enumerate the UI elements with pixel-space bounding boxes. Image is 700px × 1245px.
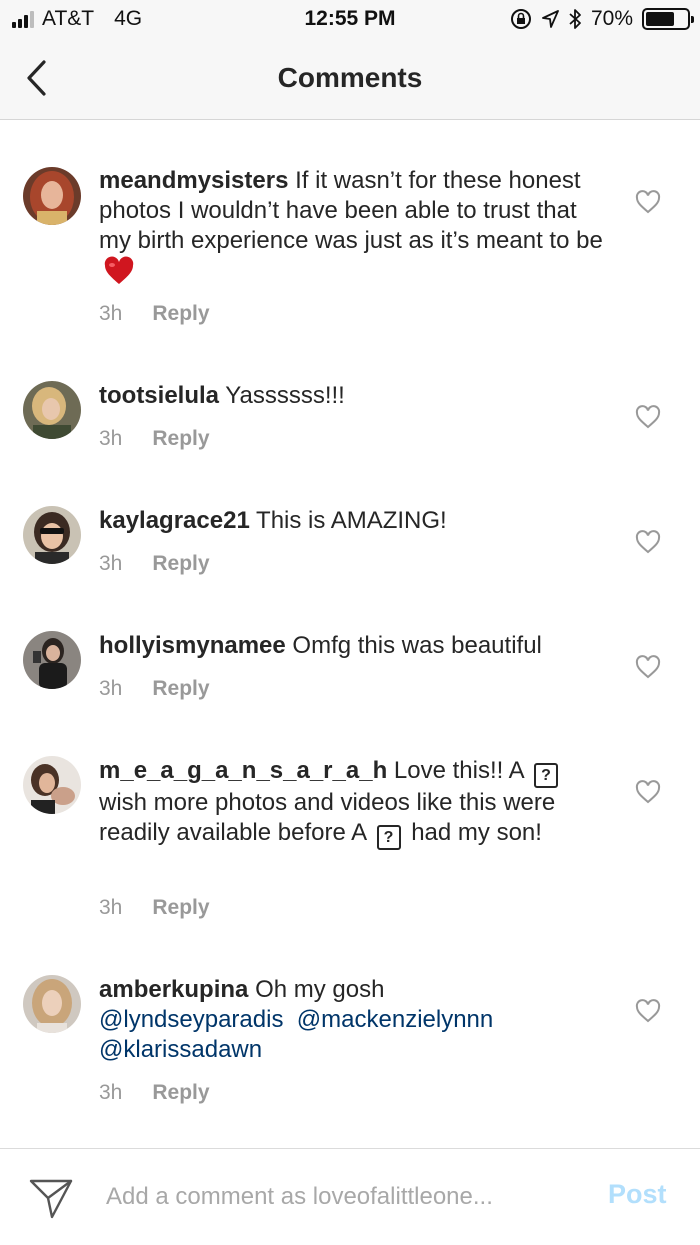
reply-button[interactable]: Reply xyxy=(152,677,209,701)
comment-meta: 3h Reply xyxy=(99,1081,210,1105)
avatar-image xyxy=(23,631,81,689)
comment-meta: 3h Reply xyxy=(99,677,210,701)
reply-button[interactable]: Reply xyxy=(152,302,209,326)
avatar-image xyxy=(23,975,81,1033)
status-bar: AT&T 4G 12:55 PM 70% xyxy=(0,0,700,40)
reply-button[interactable]: Reply xyxy=(152,552,209,576)
comment-body: hollyismynamee Omfg this was beautiful xyxy=(99,631,609,661)
comment-message: Omfg this was beautiful xyxy=(292,632,542,659)
nav-bar: Comments xyxy=(0,40,700,120)
unsupported-emoji-icon: ? xyxy=(534,763,558,788)
like-heart-icon[interactable] xyxy=(634,528,662,556)
mention-link[interactable]: @mackenzielynnn xyxy=(297,1006,493,1033)
reply-button[interactable]: Reply xyxy=(152,896,209,920)
comment-username[interactable]: m_e_a_g_a_n_s_a_r_a_h xyxy=(99,757,387,784)
avatar[interactable] xyxy=(23,975,81,1033)
mention-link[interactable]: @lyndseyparadis xyxy=(99,1006,283,1033)
battery-fill xyxy=(646,12,674,26)
comment-username[interactable]: amberkupina xyxy=(99,976,248,1003)
like-heart-icon[interactable] xyxy=(634,188,662,216)
comment-username[interactable]: tootsielula xyxy=(99,382,219,409)
reply-button[interactable]: Reply xyxy=(152,427,209,451)
status-right: 70% xyxy=(510,7,694,31)
comment-composer: Post xyxy=(0,1148,700,1245)
avatar[interactable] xyxy=(23,381,81,439)
avatar-image xyxy=(23,756,81,814)
comment-time: 3h xyxy=(99,427,123,450)
comment-time: 3h xyxy=(99,677,123,700)
avatar[interactable] xyxy=(23,756,81,814)
avatar[interactable] xyxy=(23,506,81,564)
page-title: Comments xyxy=(277,62,423,93)
orientation-lock-icon xyxy=(510,9,531,29)
comment-username[interactable]: kaylagrace21 xyxy=(99,507,250,534)
comment-time: 3h xyxy=(99,1081,123,1104)
bluetooth-icon xyxy=(569,9,581,29)
comment-message: Oh my gosh xyxy=(255,976,385,1003)
comment-meta: 3h Reply xyxy=(99,896,210,920)
comment-input[interactable] xyxy=(106,1177,586,1217)
send-direct-icon[interactable] xyxy=(28,1177,74,1221)
battery-icon xyxy=(642,8,694,30)
comment-body: tootsielula Yassssss!!! xyxy=(99,381,609,411)
comment-time: 3h xyxy=(99,896,123,919)
post-button[interactable]: Post xyxy=(608,1179,667,1210)
comment-message-part-1: Love this!! A xyxy=(393,757,524,784)
like-heart-icon[interactable] xyxy=(634,403,662,431)
avatar[interactable] xyxy=(23,631,81,689)
unsupported-emoji-icon: ? xyxy=(376,825,401,850)
comment-username[interactable]: meandmysisters xyxy=(99,167,288,194)
comment-meta: 3h Reply xyxy=(99,427,210,451)
comment-meta: 3h Reply xyxy=(99,302,210,326)
comment-body: kaylagrace21 This is AMAZING! xyxy=(99,506,609,536)
comment-time: 3h xyxy=(99,302,123,325)
like-heart-icon[interactable] xyxy=(634,997,662,1025)
comment-message: This is AMAZING! xyxy=(256,507,447,534)
comment-body: meandmysisters If it wasn’t for these ho… xyxy=(99,166,609,288)
comment-message-part-3: had my son! xyxy=(411,819,542,846)
avatar[interactable] xyxy=(23,167,81,225)
avatar-image xyxy=(23,381,81,439)
red-heart-emoji-icon xyxy=(104,256,134,284)
location-icon xyxy=(542,10,559,28)
battery-percent: 70% xyxy=(590,7,633,30)
like-heart-icon[interactable] xyxy=(634,653,662,681)
comment-message: Yassssss!!! xyxy=(225,382,345,409)
reply-button[interactable]: Reply xyxy=(152,1081,209,1105)
comment-time: 3h xyxy=(99,552,123,575)
avatar-image xyxy=(23,506,81,564)
avatar-image xyxy=(23,167,81,225)
mention-link[interactable]: @klarissadawn xyxy=(99,1036,262,1063)
comment-meta: 3h Reply xyxy=(99,552,210,576)
comment-username[interactable]: hollyismynamee xyxy=(99,632,286,659)
comment-body: amberkupina Oh my gosh @lyndseyparadis @… xyxy=(99,975,609,1065)
comment-body: m_e_a_g_a_n_s_a_r_a_h Love this!! A ? wi… xyxy=(99,756,609,850)
like-heart-icon[interactable] xyxy=(634,778,662,806)
